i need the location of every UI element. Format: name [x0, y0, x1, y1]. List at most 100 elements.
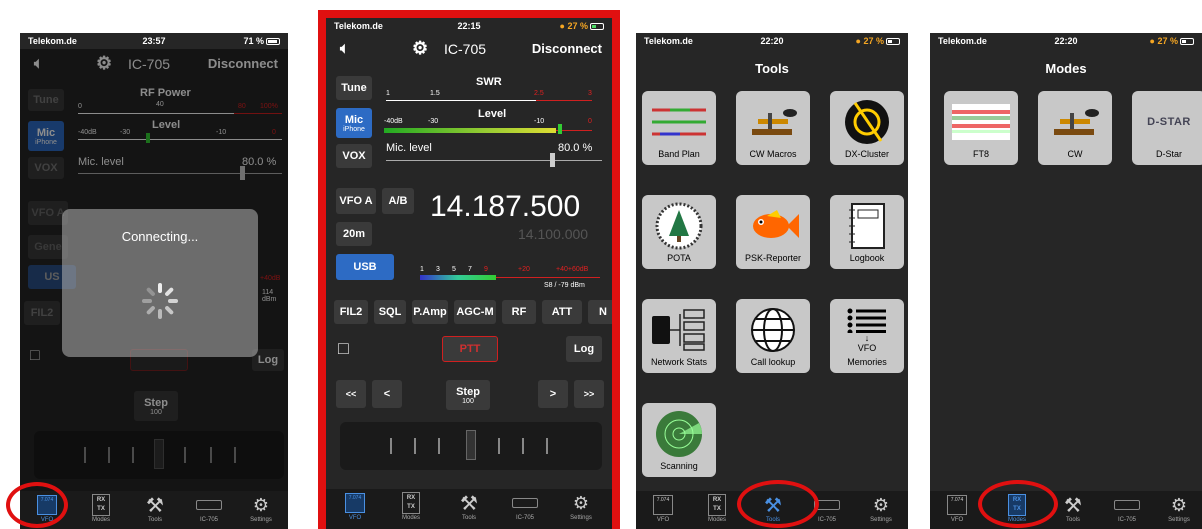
phone-screen-connecting: Telekom.de 23:57 71 % 🔈︎ ⚙ IC-705 Discon…	[20, 33, 288, 529]
tab-modes[interactable]: RX TX Modes	[78, 493, 124, 523]
mic-slider-track[interactable]	[386, 160, 602, 161]
smeter-tick: 3	[436, 266, 440, 273]
tile-cw[interactable]: CW	[1038, 91, 1112, 165]
tile-psk-reporter[interactable]: PSK-Reporter	[736, 195, 810, 269]
rig-icon	[512, 498, 538, 508]
ft8-waterfall-icon	[952, 99, 1010, 145]
highlight-circle	[978, 480, 1058, 528]
memories-icon: ↓ VFO	[838, 307, 896, 353]
swr-track-red	[536, 100, 592, 101]
settings-icon: ⚙	[872, 494, 890, 515]
rf-button[interactable]: RF	[502, 300, 536, 324]
rig-icon	[1114, 500, 1140, 510]
back-button[interactable]: <	[372, 380, 402, 408]
tile-dstar[interactable]: D-STAR D-Star	[1132, 91, 1202, 165]
tile-ft8[interactable]: FT8	[944, 91, 1018, 165]
tab-settings[interactable]: ⚙ Settings	[238, 493, 284, 524]
tab-vfo[interactable]: 7.074 VFO	[332, 491, 378, 521]
tab-tools[interactable]: ⚒ Tools	[132, 493, 178, 524]
sub-frequency[interactable]: 14.100.000	[518, 226, 588, 242]
rxtx-icon: RX TX	[402, 492, 420, 514]
tile-cw-macros[interactable]: CW Macros	[736, 91, 810, 165]
tile-scanning[interactable]: Scanning	[642, 403, 716, 477]
level-indicator	[558, 124, 562, 134]
tile-call-lookup[interactable]: Call lookup	[736, 299, 810, 373]
swr-tick: 1	[386, 90, 390, 97]
page-title: Modes	[1045, 61, 1087, 76]
tab-tools[interactable]: ⚒ Tools	[446, 491, 492, 522]
level-tick: -40dB	[384, 118, 403, 125]
connecting-dialog: Connecting...	[62, 209, 258, 357]
vfoa-button[interactable]: VFO A	[336, 188, 376, 214]
tab-rig[interactable]: IC-705	[502, 491, 548, 521]
swr-tick: 2.5	[534, 90, 544, 97]
ab-button[interactable]: A/B	[382, 188, 414, 214]
fast-forward-button[interactable]: >>	[574, 380, 604, 408]
page-title: Tools	[755, 61, 789, 76]
mic-button[interactable]: Mic iPhone	[336, 108, 372, 138]
tab-bar: 7.074 VFO RX TX Modes ⚒ Tools IC-705 ⚙ Settin…	[930, 491, 1202, 529]
fil2-button[interactable]: FIL2	[334, 300, 368, 324]
header: 🔈︎ ⚙ IC-705 Disconnect	[326, 36, 612, 64]
ptt-button[interactable]: PTT	[442, 336, 498, 362]
tile-dx-cluster[interactable]: DX-Cluster	[830, 91, 904, 165]
tab-settings[interactable]: ⚙ Settings	[858, 493, 904, 524]
gear-icon[interactable]: ⚙	[412, 38, 428, 59]
settings-icon: ⚙	[252, 494, 270, 515]
fast-back-button[interactable]: <<	[336, 380, 366, 408]
tools-icon: ⚒	[146, 494, 164, 517]
rig-icon	[196, 500, 222, 510]
settings-icon: ⚙	[572, 492, 590, 513]
tools-icon: ⚒	[1064, 494, 1082, 517]
mic-level-value: 80.0 %	[558, 142, 593, 154]
tab-settings[interactable]: ⚙ Settings	[1156, 493, 1202, 524]
vfo-icon: 7.074	[653, 495, 673, 515]
tab-rig[interactable]: IC-705	[186, 493, 232, 523]
disconnect-button[interactable]: Disconnect	[532, 41, 602, 56]
tab-vfo[interactable]: 7.074 VFO	[934, 493, 980, 523]
tab-settings[interactable]: ⚙ Settings	[558, 491, 604, 522]
vox-button[interactable]: VOX	[336, 144, 372, 168]
tab-modes[interactable]: RX TX Modes	[388, 491, 434, 521]
log-button[interactable]: Log	[566, 336, 602, 362]
smeter-reading: S8 / -79 dBm	[544, 282, 585, 289]
level-bar	[384, 128, 556, 133]
agc-button[interactable]: AGC-M	[454, 300, 496, 324]
tile-memories[interactable]: ↓ VFO Memories	[830, 299, 904, 373]
rxtx-icon: RX TX	[92, 494, 110, 516]
tile-logbook[interactable]: Logbook	[830, 195, 904, 269]
main-frequency[interactable]: 14.187.500	[430, 190, 580, 224]
smeter-tick: 7	[468, 266, 472, 273]
dstar-logo-icon: D-STAR	[1147, 116, 1191, 128]
tile-pota[interactable]: POTA	[642, 195, 716, 269]
status-bar: Telekom.de 23:57 71 %	[20, 33, 288, 49]
n-button[interactable]: N	[588, 300, 612, 324]
lock-open-icon[interactable]: □	[338, 338, 349, 359]
level-label: Level	[478, 108, 507, 120]
sql-button[interactable]: SQL	[374, 300, 406, 324]
tab-rig[interactable]: IC-705	[1104, 493, 1150, 523]
mic-slider-thumb[interactable]	[550, 153, 555, 167]
tile-band-plan[interactable]: Band Plan	[642, 91, 716, 165]
network-stats-icon	[650, 307, 708, 353]
band-button[interactable]: 20m	[336, 222, 372, 246]
att-button[interactable]: ATT	[542, 300, 582, 324]
status-bar: Telekom.de 22:20 ● 27 %	[930, 33, 1202, 49]
cw-key-icon	[744, 99, 802, 145]
mode-button[interactable]: USB	[336, 254, 394, 280]
tuning-dial[interactable]	[340, 422, 602, 470]
dx-cluster-icon	[838, 99, 896, 145]
step-button[interactable]: Step 100	[446, 380, 490, 410]
tile-network-stats[interactable]: Network Stats	[642, 299, 716, 373]
tune-button[interactable]: Tune	[336, 76, 372, 100]
pamp-button[interactable]: P.Amp	[412, 300, 448, 324]
battery: 71 %	[243, 36, 280, 46]
level-tick: -10	[534, 118, 545, 125]
band-plan-icon	[650, 99, 708, 145]
tab-vfo[interactable]: 7.074 VFO	[640, 493, 686, 523]
tab-modes[interactable]: RX TX Modes	[694, 493, 740, 523]
smeter-tick: 9	[484, 266, 488, 273]
speaker-icon[interactable]: 🔈︎	[340, 40, 349, 57]
phone-screen-tools: Telekom.de 22:20 ● 27 % Tools Band Plan …	[636, 33, 908, 529]
forward-button[interactable]: >	[538, 380, 568, 408]
